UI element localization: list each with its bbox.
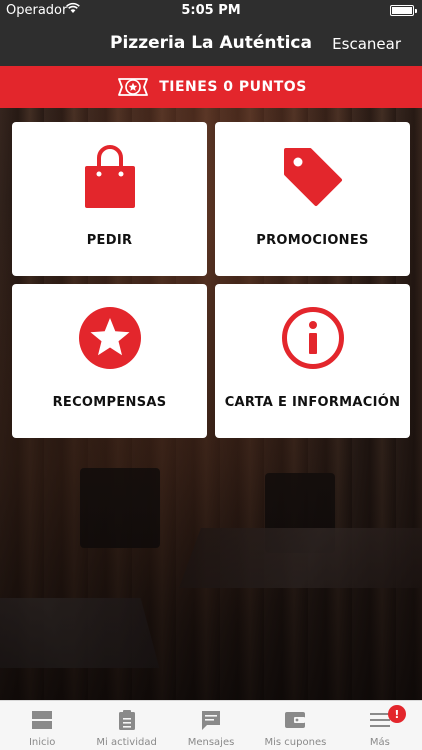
notification-badge: ! xyxy=(387,705,406,723)
tile-pedir[interactable]: PEDIR xyxy=(12,122,207,276)
tab-mensajes[interactable]: Mensajes xyxy=(169,701,253,750)
tab-label: Mensajes xyxy=(187,737,235,748)
tile-label: PROMOCIONES xyxy=(256,233,369,248)
shopping-bag-icon xyxy=(84,145,135,208)
loyalty-badge-icon xyxy=(118,78,149,96)
tile-label: RECOMPENSAS xyxy=(52,395,167,410)
wallet-icon xyxy=(284,709,306,731)
battery-icon xyxy=(390,5,417,16)
tile-label: PEDIR xyxy=(86,233,133,248)
tab-bar: Inicio Mi actividad Mensajes Mis cupones… xyxy=(0,700,422,750)
tab-label: Mi actividad xyxy=(96,737,157,748)
tile-carta-informacion[interactable]: CARTA E INFORMACIÓN xyxy=(215,284,410,438)
status-time: 5:05 PM xyxy=(181,3,241,18)
tab-mis-cupones[interactable]: Mis cupones xyxy=(253,701,337,750)
star-icon xyxy=(78,307,141,369)
scan-button[interactable]: Escanear xyxy=(332,35,401,53)
home-icon xyxy=(30,709,54,731)
tab-mi-actividad[interactable]: Mi actividad xyxy=(84,701,168,750)
status-bar: Operador 5:05 PM xyxy=(0,0,422,22)
price-tag-icon xyxy=(283,148,342,206)
navigation-bar: Pizzeria La Auténtica Escanear xyxy=(0,22,422,66)
tab-label: Mis cupones xyxy=(264,737,327,748)
points-banner[interactable]: TIENES 0 PUNTOS xyxy=(0,66,422,108)
tile-label: CARTA E INFORMACIÓN xyxy=(224,395,401,410)
tab-label: Inicio xyxy=(28,737,56,748)
message-icon xyxy=(200,709,222,731)
tab-label: Más xyxy=(369,737,390,748)
tile-recompensas[interactable]: RECOMPENSAS xyxy=(12,284,207,438)
tab-mas[interactable]: ! Más xyxy=(338,701,422,750)
info-icon xyxy=(281,307,344,369)
clipboard-icon xyxy=(117,709,137,731)
tab-inicio[interactable]: Inicio xyxy=(0,701,84,750)
tile-promociones[interactable]: PROMOCIONES xyxy=(215,122,410,276)
points-text: TIENES 0 PUNTOS xyxy=(159,79,307,95)
